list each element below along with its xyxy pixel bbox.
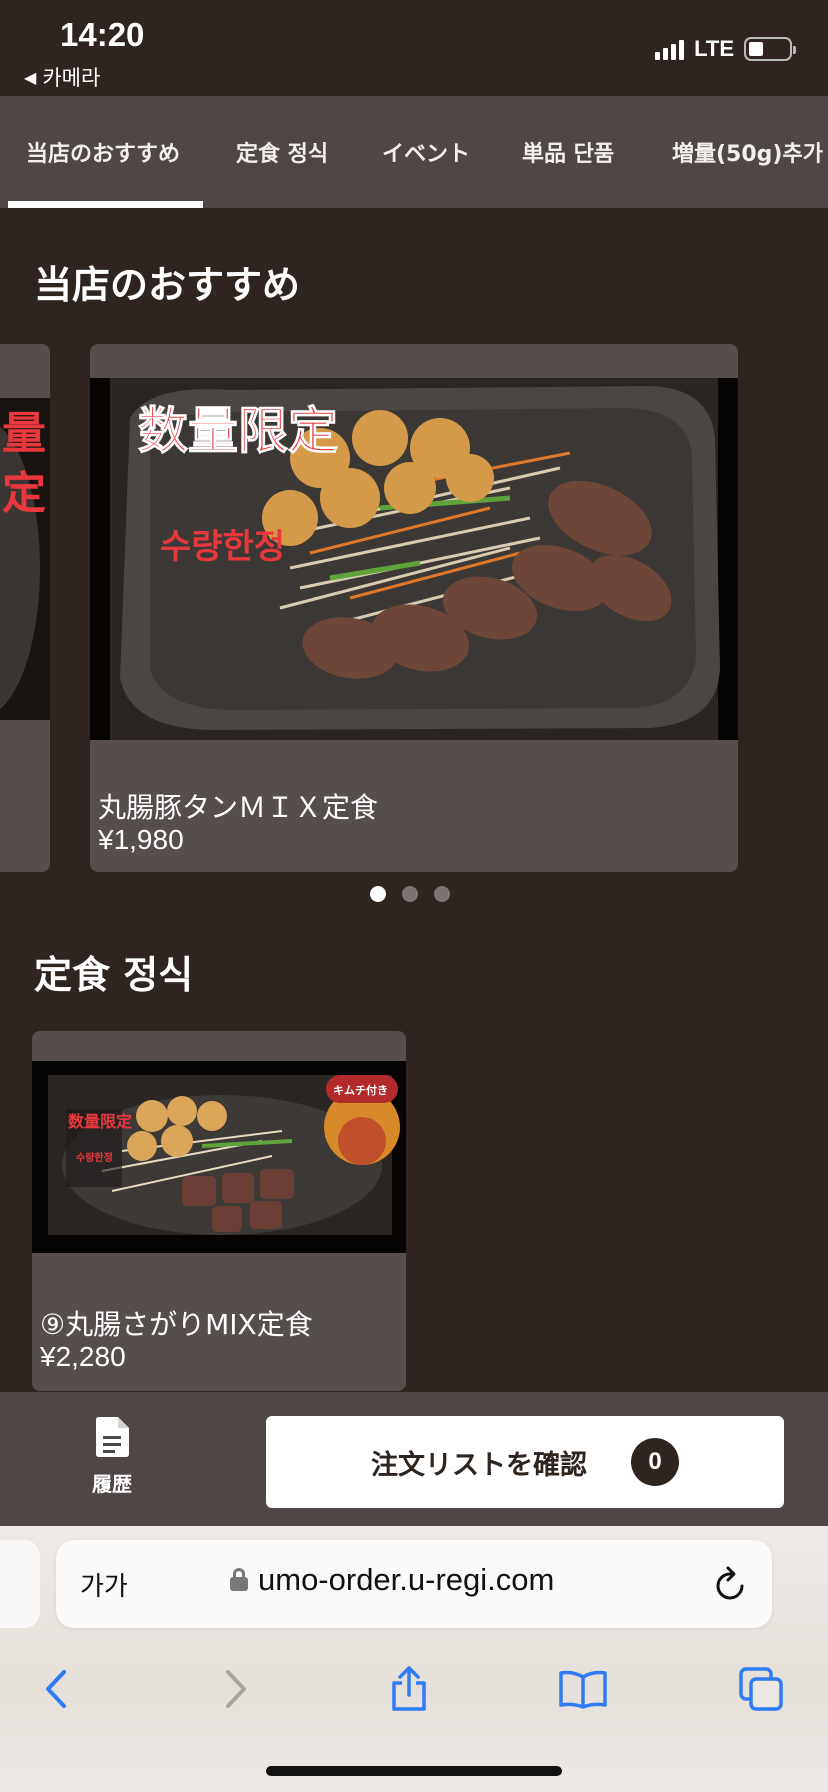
order-count-badge: 0 <box>631 1438 679 1486</box>
status-bar: 14:20 ◀ 카메라 LTE <box>0 0 828 96</box>
menu-item-image: 数量限定 수량한정 キムチ付き <box>32 1061 406 1253</box>
pagination-dot-3[interactable] <box>434 886 450 902</box>
book-icon <box>559 1670 607 1709</box>
previous-tab-peek[interactable] <box>0 1540 40 1628</box>
cellular-signal-icon <box>655 38 685 60</box>
history-button[interactable]: 履歴 <box>68 1416 156 1506</box>
tabs-icon <box>739 1667 783 1711</box>
menu-item-card[interactable]: 数量限定 수량한정 キムチ付き ⑨丸腸さがりMIX定食 ¥2,280 <box>32 1031 406 1391</box>
tab-single-item[interactable]: 単品 단품 <box>522 96 614 208</box>
tab-extra-portion[interactable]: 増量(50g)추가 <box>672 96 823 208</box>
featured-item-price: ¥1,980 <box>98 824 184 855</box>
document-icon <box>96 1417 129 1457</box>
pagination-dot-2[interactable] <box>402 886 418 902</box>
item-image-caption-ko: 수량한정 <box>76 1151 113 1164</box>
home-indicator <box>266 1766 562 1776</box>
chevron-left-icon <box>46 1670 66 1708</box>
address-bar[interactable]: 가가 umo-order.u-regi.com <box>56 1540 772 1628</box>
back-triangle-icon: ◀ <box>24 67 37 87</box>
browser-chrome: 가가 umo-order.u-regi.com <box>0 1526 828 1792</box>
status-indicators: LTE <box>655 36 796 62</box>
browser-back-button[interactable] <box>22 1654 92 1724</box>
section-title-set-meal: 定食 정식 <box>34 953 194 997</box>
item-image-caption-ja: 数量限定 <box>68 1112 132 1131</box>
battery-icon <box>744 37 796 61</box>
carousel-card-featured[interactable]: 数量限定 수량한정 丸腸豚タンＭＩＸ定食 ¥1,980 <box>90 344 738 872</box>
featured-image-caption-ko: 수량한정 <box>160 527 285 567</box>
previous-item-image: 量 定 <box>0 398 50 720</box>
order-action-bar: 履歴 注文リストを確認 0 <box>0 1392 828 1526</box>
browser-forward-button[interactable] <box>200 1654 270 1724</box>
share-button[interactable] <box>374 1654 444 1724</box>
item-image-badge: キムチ付き <box>333 1083 388 1097</box>
status-time: 14:20 <box>60 16 145 53</box>
view-order-list-button[interactable]: 注文リストを確認 0 <box>266 1416 784 1508</box>
url-text: umo-order.u-regi.com <box>258 1562 555 1597</box>
network-type: LTE <box>694 36 734 61</box>
order-button-label: 注文リストを確認 <box>371 1449 587 1481</box>
url-display[interactable]: umo-order.u-regi.com <box>230 1562 554 1598</box>
browser-toolbar <box>0 1654 828 1724</box>
carousel-card-previous[interactable]: 量 定 <box>0 344 50 872</box>
page-settings-button[interactable]: 가가 <box>80 1566 128 1603</box>
tab-event[interactable]: イベント <box>382 96 470 208</box>
menu-item-name: ⑨丸腸さがりMIX定食 <box>40 1308 313 1341</box>
active-tab-indicator <box>8 201 203 208</box>
section-title-recommended: 当店のおすすめ <box>34 263 301 307</box>
tabs-button[interactable] <box>726 1654 796 1724</box>
share-icon <box>392 1666 426 1711</box>
featured-item-image: 数量限定 수량한정 <box>90 378 738 740</box>
svg-text:定: 定 <box>2 468 46 519</box>
back-to-camera-link[interactable]: ◀ 카메라 <box>24 62 100 92</box>
category-tabs: 当店のおすすめ 定食 정식 イベント 単品 단품 増量(50g)추가 <box>0 96 828 208</box>
history-label: 履歴 <box>92 1472 132 1496</box>
lock-icon <box>230 1568 248 1592</box>
chevron-right-icon <box>226 1670 246 1708</box>
bookmarks-button[interactable] <box>548 1654 618 1724</box>
back-app-label: 카메라 <box>42 66 101 90</box>
featured-image-caption-ja: 数量限定 <box>138 402 338 460</box>
pagination-dot-1[interactable] <box>370 886 386 902</box>
recommended-carousel[interactable]: 量 定 数量限定 수량한정 丸腸豚タンＭＩＸ定食 ¥1,980 <box>0 344 828 872</box>
carousel-pagination <box>370 886 450 902</box>
reload-icon[interactable] <box>714 1566 748 1602</box>
featured-item-name: 丸腸豚タンＭＩＸ定食 <box>98 791 379 824</box>
tab-set-meal[interactable]: 定食 정식 <box>236 96 328 208</box>
menu-item-price: ¥2,280 <box>40 1341 126 1372</box>
svg-text:量: 量 <box>2 408 46 459</box>
tab-recommended[interactable]: 当店のおすすめ <box>26 96 180 208</box>
